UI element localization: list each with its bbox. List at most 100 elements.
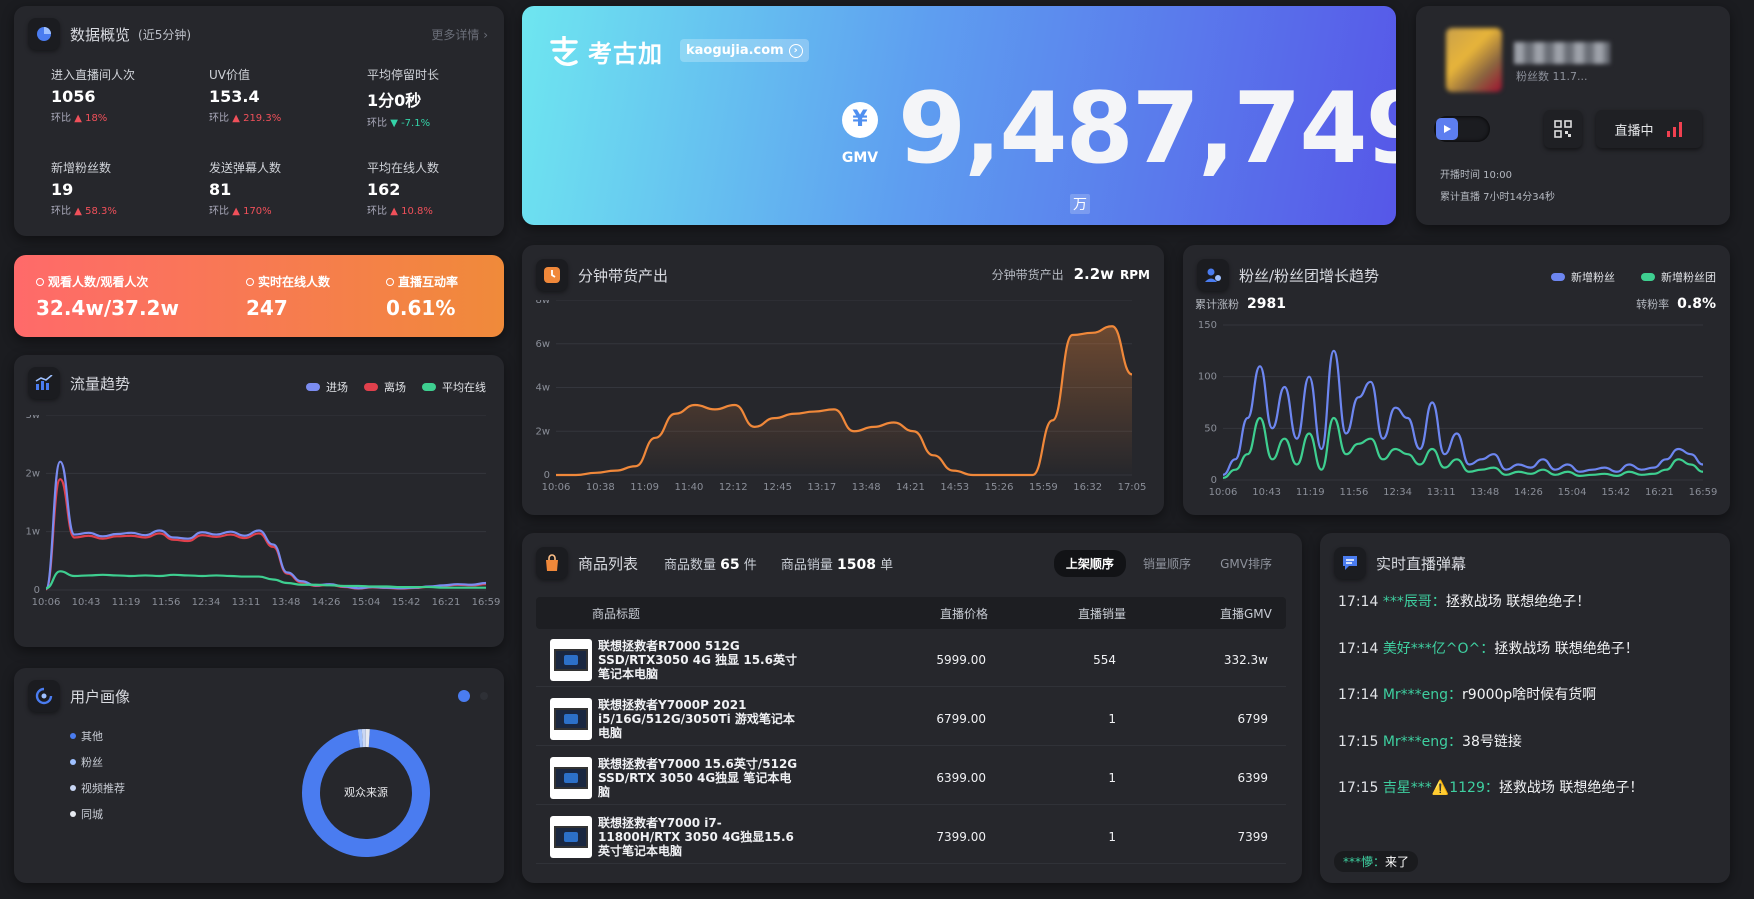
- col-gmv[interactable]: 直播GMV: [1220, 605, 1272, 622]
- tab-sales-order[interactable]: 销量顺序: [1131, 550, 1203, 577]
- product-list-title: 商品列表: [578, 554, 639, 573]
- x-tick-label: 12:34: [192, 597, 221, 608]
- x-tick-label: 13:11: [1427, 487, 1456, 498]
- col-price[interactable]: 直播价格: [940, 605, 988, 622]
- source-legend-item[interactable]: 粉丝: [70, 754, 103, 770]
- overview-more-link[interactable]: 更多详情 ›: [431, 26, 488, 43]
- site-link[interactable]: kaogujia.com ›: [680, 39, 809, 62]
- shopping-bag-icon: [536, 547, 568, 579]
- carousel-dot[interactable]: [480, 692, 488, 700]
- product-thumbnail[interactable]: [550, 815, 592, 858]
- product-thumbnail[interactable]: [550, 697, 592, 740]
- traffic-title: 流量趋势: [70, 374, 131, 393]
- x-tick-label: 10:06: [1209, 487, 1238, 498]
- summary-item: 直播互动率 0.61%: [386, 273, 504, 320]
- traffic-panel: 流量趋势 进场 离场 平均在线 0 1w 2w 3w 10:06 10:43 11:19 11…: [14, 355, 504, 647]
- col-title[interactable]: 商品标题: [592, 605, 640, 622]
- danmu-message: 17:14 美好***亿^O^：拯救战场 联想绝绝子！: [1338, 640, 1639, 657]
- stat-card: 新增粉丝数 19 环比 ▲ 58.3%: [51, 159, 209, 217]
- product-sales: 商品销量 1508 单: [780, 556, 894, 573]
- legend-new-fan-club[interactable]: 新增粉丝团: [1661, 269, 1716, 285]
- sort-tabs: 上架顺序 销量顺序 GMV排序: [1053, 550, 1284, 577]
- gmv-banner: 考古加 kaogujia.com › ¥ GMV 9,487,749 万: [522, 6, 1396, 225]
- x-tick-label: 15:26: [985, 482, 1014, 493]
- danmu-title: 实时直播弹幕: [1376, 554, 1467, 573]
- product-name[interactable]: 联想拯救者Y7000 15.6英寸/512G SSD/RTX 3050 4G独显…: [598, 757, 798, 799]
- x-tick-label: 17:05: [1118, 482, 1147, 493]
- y-tick-label: 8w: [535, 300, 550, 306]
- tab-gmv-order[interactable]: GMV排序: [1208, 550, 1284, 577]
- summary-value: 247: [246, 296, 288, 320]
- y-tick-label: 2w: [535, 426, 550, 437]
- product-name[interactable]: 联想拯救者Y7000 i7-11800H/RTX 3050 4G独显15.6英寸…: [598, 816, 798, 858]
- arrow-circle-icon: ›: [788, 43, 803, 58]
- y-tick-label: 0: [34, 585, 40, 596]
- y-tick-label: 6w: [535, 339, 550, 350]
- gmv-yen-icon: ¥: [842, 102, 878, 138]
- fans-count: 粉丝数 11.7...: [1516, 70, 1588, 83]
- x-tick-label: 12:45: [763, 482, 792, 493]
- table-row[interactable]: 联想拯救者R7000 512G SSD/RTX3050 4G 独显 15.6英寸…: [536, 633, 1286, 687]
- table-row[interactable]: 联想拯救者Y7000 i7-11800H/RTX 3050 4G独显15.6英寸…: [536, 810, 1286, 864]
- product-gmv: 332.3w: [1223, 652, 1268, 667]
- summary-card: 观看人数/观看人次 32.4w/37.2w 实时在线人数 247 直播互动率 0.61%: [14, 255, 504, 337]
- qrcode-button[interactable]: [1544, 110, 1582, 148]
- stat-card: 进入直播间人次 1056 环比 ▲ 18%: [51, 66, 209, 129]
- stat-card: UV价值 153.4 环比 ▲ 219.3%: [209, 66, 367, 129]
- x-tick-label: 10:38: [586, 482, 615, 493]
- stat-label: UV价值: [209, 68, 250, 82]
- product-thumbnail[interactable]: [550, 638, 592, 681]
- fans-trend-chart: 0 50 100 150 10:06 10:43 11:19 11:56 12:34 13:11 1…: [1198, 320, 1718, 498]
- x-tick-label: 12:34: [1383, 487, 1412, 498]
- arrow-up-icon: ▲: [74, 113, 82, 124]
- product-sales: 1: [1108, 711, 1116, 726]
- x-tick-label: 11:56: [152, 597, 181, 608]
- rpm-readout: 分钟带货产出 2.2w RPM: [991, 265, 1150, 283]
- arrow-up-icon: ▲: [232, 113, 240, 124]
- legend-enter[interactable]: 进场: [326, 379, 348, 395]
- minute-sales-panel: 分钟带货产出 分钟带货产出 2.2w RPM 0 2w 4w 6w 8w 10:06 10:…: [522, 245, 1164, 515]
- stat-label: 平均在线人数: [367, 161, 440, 175]
- source-legend-item[interactable]: 同城: [70, 806, 103, 822]
- stat-compare: 环比 ▲ 18%: [51, 113, 108, 124]
- product-sales: 1: [1108, 829, 1116, 844]
- x-tick-label: 10:06: [32, 597, 61, 608]
- traffic-legend: 进场 离场 平均在线: [290, 379, 486, 395]
- stat-value: 162: [367, 180, 401, 199]
- user-profile-title: 用户画像: [70, 687, 131, 706]
- y-tick-label: 0: [1211, 475, 1217, 486]
- tab-listing-order[interactable]: 上架顺序: [1053, 550, 1126, 577]
- source-legend-item[interactable]: 其他: [70, 728, 103, 744]
- arrow-up-icon: ▲: [74, 206, 82, 217]
- legend-leave[interactable]: 离场: [384, 379, 406, 395]
- carousel-dot-active[interactable]: [458, 690, 470, 702]
- table-row[interactable]: 联想拯救者Y7000P 2021 i5/16G/512G/3050Ti 游戏笔记…: [536, 692, 1286, 746]
- live-duration: 累计直播 7小时14分34秒: [1440, 192, 1555, 203]
- minute-sales-chart: 0 2w 4w 6w 8w 10:06 10:38 11:09 11:40 12:12 12:45 1…: [535, 300, 1147, 493]
- refresh-icon: [28, 680, 60, 712]
- table-row[interactable]: 联想拯救者Y7000 15.6英寸/512G SSD/RTX 3050 4G独显…: [536, 751, 1286, 805]
- signal-bars-icon: [1666, 122, 1682, 137]
- stat-label: 新增粉丝数: [51, 161, 112, 175]
- x-tick-label: 15:04: [352, 597, 381, 608]
- avatar[interactable]: [1446, 28, 1502, 92]
- stat-label: 进入直播间人次: [51, 68, 136, 82]
- live-status-button[interactable]: 直播中: [1596, 110, 1702, 148]
- legend-avg-online[interactable]: 平均在线: [442, 379, 486, 395]
- play-icon: [1436, 118, 1458, 140]
- stat-compare: 环比 ▲ 170%: [209, 206, 272, 217]
- col-sales[interactable]: 直播销量: [1078, 605, 1126, 622]
- x-tick-label: 13:11: [232, 597, 261, 608]
- product-thumbnail[interactable]: [550, 756, 592, 799]
- fans-trend-title: 粉丝/粉丝团增长趋势: [1239, 266, 1380, 285]
- y-tick-label: 150: [1198, 320, 1217, 331]
- play-toggle[interactable]: [1434, 116, 1490, 142]
- stat-compare: 环比 ▲ 10.8%: [367, 206, 433, 217]
- legend-new-fans[interactable]: 新增粉丝: [1571, 269, 1615, 285]
- source-legend-item[interactable]: 视频推荐: [70, 780, 125, 796]
- product-table-header: 商品标题 直播价格 直播销量 直播GMV: [536, 597, 1286, 629]
- stat-label: 发送弹幕人数: [209, 161, 282, 175]
- product-name[interactable]: 联想拯救者Y7000P 2021 i5/16G/512G/3050Ti 游戏笔记…: [598, 698, 798, 740]
- product-name[interactable]: 联想拯救者R7000 512G SSD/RTX3050 4G 独显 15.6英寸…: [598, 639, 798, 681]
- series-line-enter: [44, 460, 487, 590]
